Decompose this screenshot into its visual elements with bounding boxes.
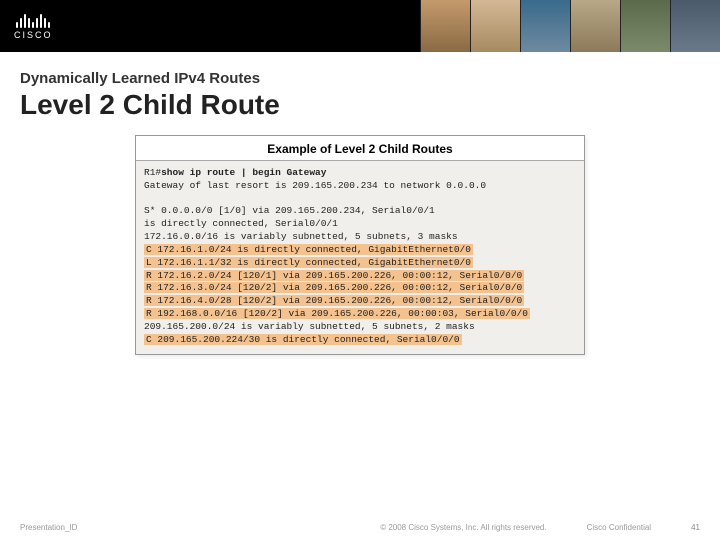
terminal-line: R 172.16.2.0/24 [120/1] via 209.165.200.… — [144, 270, 576, 283]
terminal-line: R 172.16.3.0/24 [120/2] via 209.165.200.… — [144, 282, 576, 295]
logo-bars-icon — [16, 12, 50, 28]
terminal-line: R 172.16.4.0/28 [120/2] via 209.165.200.… — [144, 295, 576, 308]
brand-text: CISCO — [14, 30, 53, 40]
terminal-line: Gateway of last resort is 209.165.200.23… — [144, 180, 576, 193]
heading-block: Dynamically Learned IPv4 Routes Level 2 … — [0, 52, 720, 127]
footer-copyright: © 2008 Cisco Systems, Inc. All rights re… — [380, 523, 546, 532]
slide-title: Level 2 Child Route — [20, 89, 700, 121]
figure-container: Example of Level 2 Child Routes R1#show … — [0, 135, 720, 355]
terminal-line: R 192.168.0.0/16 [120/2] via 209.165.200… — [144, 308, 576, 321]
page-number: 41 — [691, 523, 700, 532]
header-photo — [670, 0, 720, 52]
header-photo — [620, 0, 670, 52]
footer-confidential: Cisco Confidential — [587, 523, 651, 532]
terminal-output: R1#show ip route | begin Gateway Gateway… — [136, 160, 584, 354]
header-photo — [420, 0, 470, 52]
terminal-figure: Example of Level 2 Child Routes R1#show … — [135, 135, 585, 355]
header-photo — [570, 0, 620, 52]
figure-caption: Example of Level 2 Child Routes — [136, 136, 584, 160]
terminal-line: 172.16.0.0/16 is variably subnetted, 5 s… — [144, 231, 576, 244]
terminal-line: is directly connected, Serial0/0/1 — [144, 218, 576, 231]
terminal-line: C 209.165.200.224/30 is directly connect… — [144, 334, 576, 347]
terminal-line: S* 0.0.0.0/0 [1/0] via 209.165.200.234, … — [144, 205, 576, 218]
header-photo-strip — [420, 0, 720, 52]
footer-left: Presentation_ID — [20, 523, 77, 532]
terminal-line: 209.165.200.0/24 is variably subnetted, … — [144, 321, 576, 334]
terminal-line: L 172.16.1.1/32 is directly connected, G… — [144, 257, 576, 270]
header-photo — [470, 0, 520, 52]
terminal-line — [144, 193, 576, 206]
terminal-line: R1#show ip route | begin Gateway — [144, 167, 576, 180]
header-photo — [520, 0, 570, 52]
header-bar: CISCO — [0, 0, 720, 52]
slide-footer: Presentation_ID © 2008 Cisco Systems, In… — [0, 523, 720, 532]
slide-kicker: Dynamically Learned IPv4 Routes — [20, 70, 700, 87]
terminal-line: C 172.16.1.0/24 is directly connected, G… — [144, 244, 576, 257]
cisco-logo: CISCO — [14, 12, 53, 40]
